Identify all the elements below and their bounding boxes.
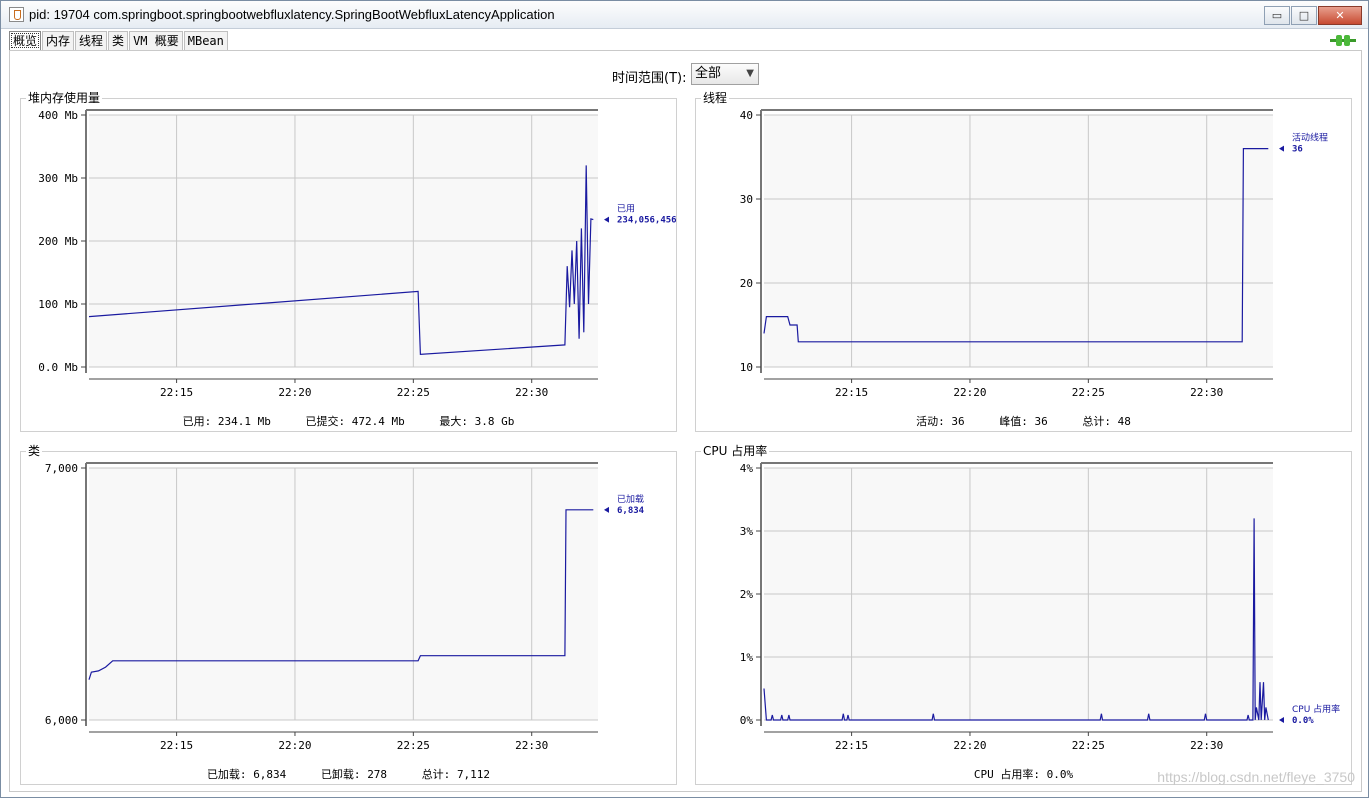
y-tick-label: 20: [740, 277, 753, 290]
classes-stats: 已加载: 6,834 已卸载: 278 总计: 7,112: [21, 766, 676, 782]
series-marker-arrow: [604, 216, 609, 223]
chevron-down-icon: ▼: [746, 68, 754, 79]
watermark: https://blog.csdn.net/fleye_3750: [1157, 769, 1355, 785]
y-tick-label: 200 Mb: [38, 235, 78, 248]
java-icon: [9, 7, 24, 22]
series-marker-arrow: [1279, 717, 1284, 723]
x-tick-label: 22:30: [1190, 386, 1223, 399]
heap-chart: 0.0 Mb 100 Mb 200 Mb 300 Mb 400 Mb 22:15 22:20…: [38, 109, 676, 399]
classes-chart: 6,000 7,000 22:15 22:20 22:25 22:30 已加载6,834: [45, 462, 645, 752]
time-range-select[interactable]: 全部 ▼: [691, 63, 759, 85]
close-button[interactable]: ✕: [1318, 6, 1362, 25]
y-tick-label: 100 Mb: [38, 298, 78, 311]
legend-series-name: 已加载: [617, 493, 644, 505]
x-tick-label: 22:15: [835, 739, 868, 752]
minimize-button[interactable]: ▭: [1264, 6, 1290, 25]
overview-content: 时间范围(T): 全部 ▼ 堆内存使用量 0.0 Mb 100 Mb 200 Mb 3…: [9, 50, 1362, 792]
title-bar[interactable]: pid: 19704 com.springboot.springbootwebf…: [1, 1, 1368, 29]
maximize-button[interactable]: □: [1291, 6, 1317, 25]
cpu-panel: CPU 占用率 0% 1% 2% 3% 4% 22:15 22:20 22:25 22:30 CP…: [695, 444, 1352, 785]
legend-series-name: 活动线程: [1292, 132, 1328, 144]
threads-panel: 线程 10 20 30 40 22:15 22:20 22:25 22:30 活动线程 36 活动…: [695, 91, 1352, 432]
x-tick-label: 22:15: [835, 386, 868, 399]
legend-series-name: 已用: [617, 204, 635, 215]
x-tick-label: 22:25: [1072, 739, 1105, 752]
heap-stats: 已用: 234.1 Mb 已提交: 472.4 Mb 最大: 3.8 Gb: [21, 413, 676, 429]
heap-committed-stat: 已提交: 472.4 Mb: [305, 415, 405, 428]
threads-stats: 活动: 36 峰值: 36 总计: 48: [696, 413, 1351, 429]
y-tick-label: 2%: [740, 588, 754, 601]
tab-vm-summary[interactable]: VM 概要: [129, 31, 183, 50]
plot-area: [89, 468, 598, 720]
legend-series-name: CPU 占用率: [1292, 703, 1340, 715]
classes-panel: 类 6,000 7,000 22:15 22:20 22:25 22:30 已加载 6,834…: [20, 444, 677, 785]
x-tick-label: 22:25: [397, 386, 430, 399]
tab-memory[interactable]: 内存: [42, 31, 75, 50]
time-range-value: 全部: [695, 66, 722, 81]
tab-mbean[interactable]: MBean: [183, 31, 228, 50]
tab-classes[interactable]: 类: [108, 31, 129, 50]
x-tick-label: 22:30: [1190, 739, 1223, 752]
y-tick-label: 0.0 Mb: [38, 361, 78, 374]
heap-memory-panel: 堆内存使用量 0.0 Mb 100 Mb 200 Mb 300 Mb 400 Mb 22:…: [20, 91, 677, 432]
plot-area: [764, 115, 1273, 367]
y-tick-label: 10: [740, 361, 753, 374]
y-tick-label: 1%: [740, 651, 754, 664]
x-tick-label: 22:15: [160, 386, 193, 399]
x-tick-label: 22:15: [160, 739, 193, 752]
x-tick-label: 22:20: [278, 739, 311, 752]
threads-peak-stat: 峰值: 36: [999, 415, 1048, 428]
cpu-chart: 0% 1% 2% 3% 4% 22:15 22:20 22:25 22:30 CPU 占用率0.0…: [740, 462, 1340, 752]
x-tick-label: 22:30: [515, 386, 548, 399]
cpu-usage-stat: CPU 占用率: 0.0%: [973, 768, 1074, 781]
y-tick-label: 30: [740, 193, 753, 206]
threads-total-stat: 总计: 48: [1082, 415, 1131, 428]
heap-used-stat: 已用: 234.1 Mb: [182, 415, 271, 428]
series-marker-arrow: [604, 506, 609, 513]
tab-threads[interactable]: 线程: [75, 31, 108, 50]
heap-max-stat: 最大: 3.8 Gb: [439, 415, 515, 428]
y-tick-label: 3%: [740, 525, 754, 538]
window-title: pid: 19704 com.springboot.springbootwebf…: [29, 7, 555, 22]
legend-series-value: 6,834: [617, 506, 645, 516]
y-tick-label: 400 Mb: [38, 109, 78, 122]
y-tick-label: 300 Mb: [38, 172, 78, 185]
legend-series-value: 36: [1292, 145, 1303, 155]
x-tick-label: 22:20: [278, 386, 311, 399]
x-tick-label: 22:25: [1072, 386, 1105, 399]
x-tick-label: 22:30: [515, 739, 548, 752]
app-window: pid: 19704 com.springboot.springbootwebf…: [0, 0, 1369, 798]
classes-total-stat: 总计: 7,112: [421, 768, 491, 781]
y-tick-label: 40: [740, 109, 753, 122]
tab-bar: 概览 内存 线程 类 VM 概要 MBean: [9, 31, 229, 50]
x-tick-label: 22:20: [953, 739, 986, 752]
classes-loaded-stat: 已加载: 6,834: [206, 768, 287, 781]
threads-chart: 10 20 30 40 22:15 22:20 22:25 22:30 活动线程36: [740, 109, 1328, 399]
plug-icon: [1330, 35, 1356, 46]
legend-series-value: 234,056,456: [617, 216, 676, 226]
series-marker-arrow: [1279, 145, 1284, 152]
time-range-label: 时间范围(T):: [612, 71, 687, 86]
y-tick-label: 7,000: [45, 462, 78, 475]
y-tick-label: 6,000: [45, 714, 78, 727]
x-tick-label: 22:25: [397, 739, 430, 752]
tab-overview[interactable]: 概览: [9, 31, 42, 50]
legend-series-value: 0.0%: [1292, 716, 1314, 726]
threads-live-stat: 活动: 36: [916, 415, 965, 428]
y-tick-label: 4%: [740, 462, 754, 475]
classes-unloaded-stat: 已卸载: 278: [320, 768, 388, 781]
x-tick-label: 22:20: [953, 386, 986, 399]
y-tick-label: 0%: [740, 714, 754, 727]
